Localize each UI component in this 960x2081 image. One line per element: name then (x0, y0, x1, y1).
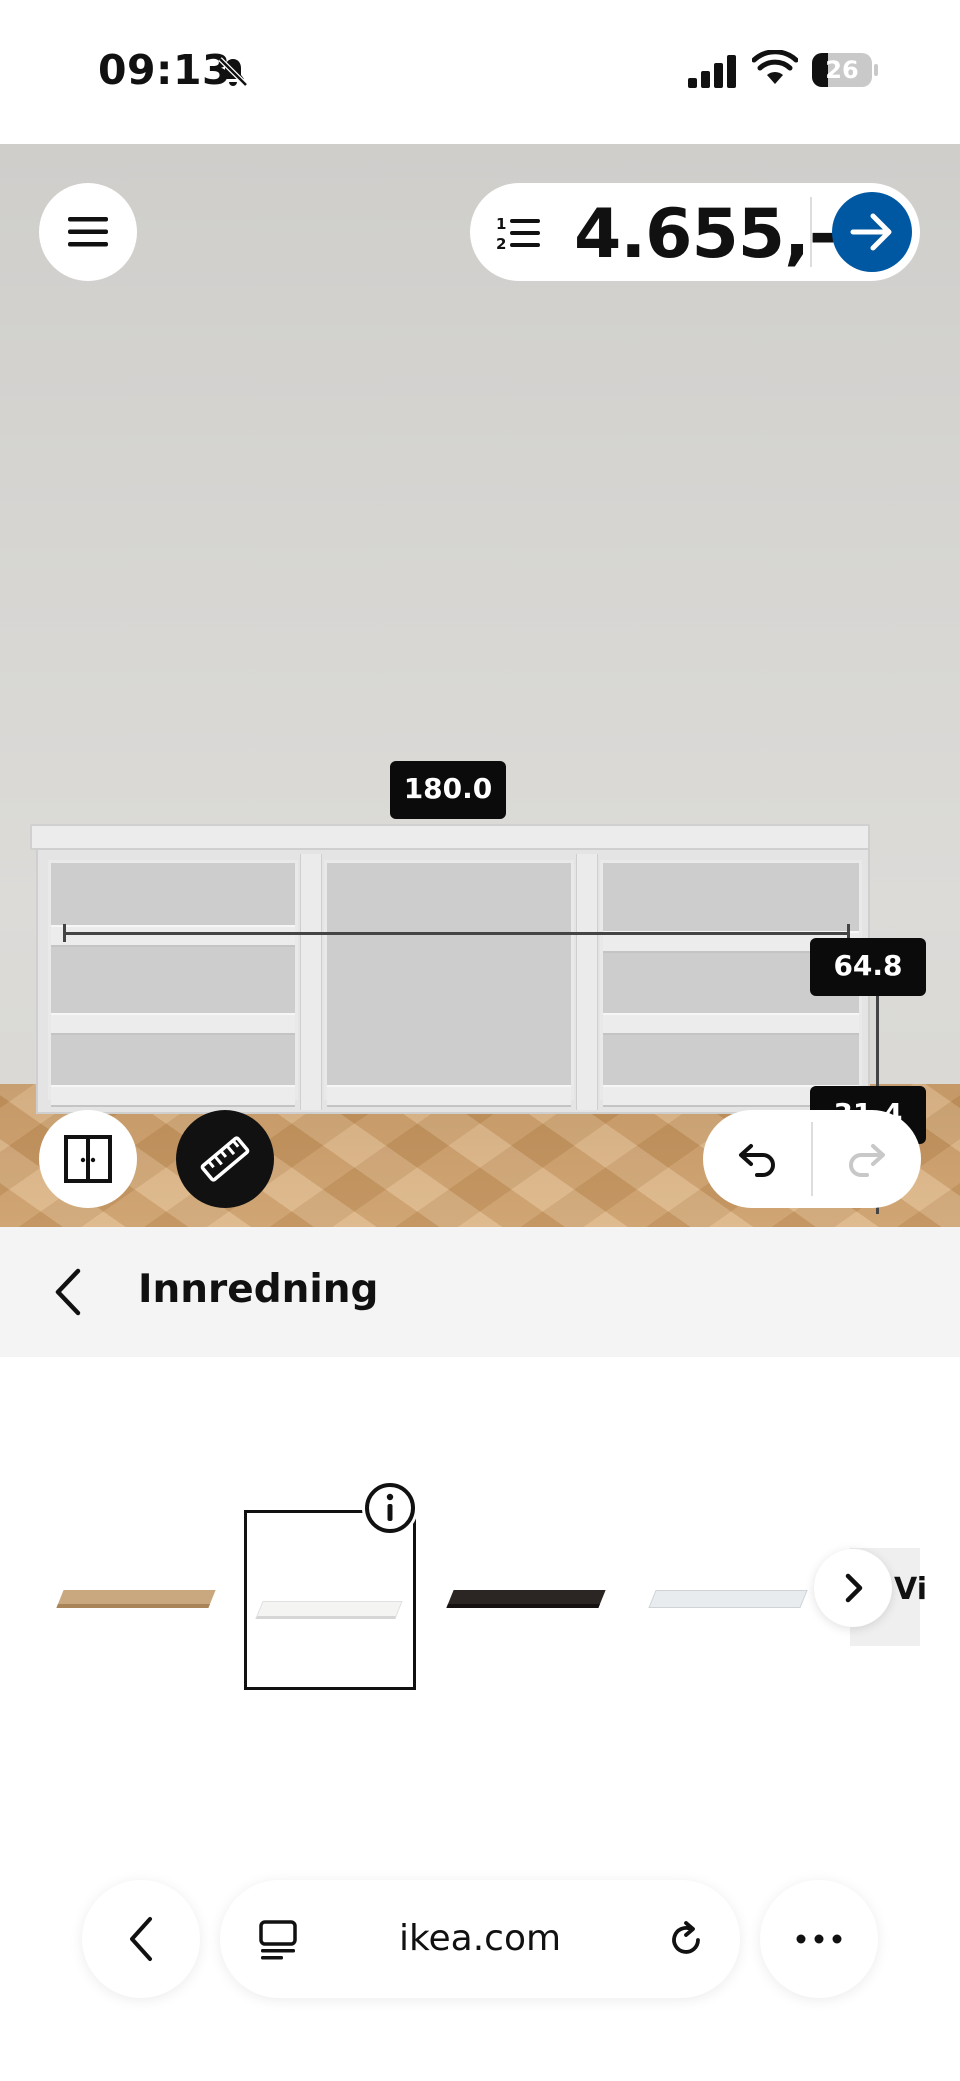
shelf-option-carousel: Vi (0, 1480, 960, 1720)
shelf-option-oak[interactable] (50, 1510, 222, 1690)
carousel-next-button[interactable] (814, 1549, 892, 1627)
back-chevron-icon[interactable] (44, 1263, 94, 1321)
shelf-option-white[interactable] (244, 1510, 416, 1690)
section-title: Innredning (138, 1267, 379, 1312)
browser-more-button[interactable] (760, 1880, 878, 1998)
browser-back-button[interactable] (82, 1880, 200, 1998)
price-summary[interactable]: 1 2 4.655,- (470, 183, 920, 281)
measure-toggle-button[interactable] (176, 1110, 274, 1208)
status-bar: 09:13 26 (0, 0, 960, 144)
ruler-icon (200, 1136, 250, 1182)
address-bar[interactable]: ikea.com (220, 1880, 740, 1998)
cabinet-doors-icon (64, 1135, 112, 1183)
total-price: 4.655,- (574, 195, 837, 274)
bookcase-model[interactable] (30, 824, 870, 1124)
view-more-label[interactable]: Vi (894, 1572, 927, 1607)
more-options-icon (796, 1934, 842, 1944)
numbered-list-icon: 1 2 (496, 215, 540, 253)
redo-icon (849, 1144, 885, 1177)
wifi-icon (752, 50, 798, 84)
shelf-option-black-brown[interactable] (440, 1510, 612, 1690)
undo-icon (739, 1144, 775, 1177)
shelf-thumbnail (446, 1590, 606, 1608)
battery-indicator: 26 (812, 53, 878, 87)
undo-button[interactable] (733, 1132, 787, 1186)
width-dimension-label: 180.0 (390, 761, 506, 819)
reload-icon[interactable] (664, 1918, 708, 1962)
menu-button[interactable] (39, 183, 137, 281)
shelf-thumbnail (648, 1590, 808, 1608)
shelf-thumbnail (255, 1601, 403, 1619)
info-button[interactable] (362, 1480, 418, 1536)
bell-muted-icon (218, 57, 248, 87)
height-dimension-label: 64.8 (810, 938, 926, 996)
shelf-option-glass[interactable] (642, 1510, 814, 1690)
svg-text:1: 1 (496, 215, 506, 233)
shelf-thumbnail (56, 1590, 216, 1608)
svg-text:2: 2 (496, 235, 506, 253)
planner-3d-view[interactable]: 180.0 64.8 31.4 (0, 144, 960, 1227)
chevron-left-icon (130, 1917, 152, 1961)
proceed-button[interactable] (832, 192, 912, 272)
hamburger-icon (68, 217, 108, 247)
url-text: ikea.com (398, 1918, 562, 1959)
doors-toggle-button[interactable] (39, 1110, 137, 1208)
status-time: 09:13 (98, 46, 232, 94)
browser-toolbar: ikea.com (0, 1860, 960, 2020)
undo-redo-group (703, 1110, 921, 1208)
info-icon (365, 1483, 415, 1533)
battery-percentage: 26 (825, 56, 859, 84)
cellular-signal-icon (688, 55, 736, 88)
arrow-right-icon (850, 213, 892, 251)
redo-button[interactable] (837, 1132, 891, 1186)
chevron-right-icon (845, 1573, 863, 1603)
section-header: Innredning (0, 1227, 960, 1357)
width-dimension-line (64, 932, 850, 935)
